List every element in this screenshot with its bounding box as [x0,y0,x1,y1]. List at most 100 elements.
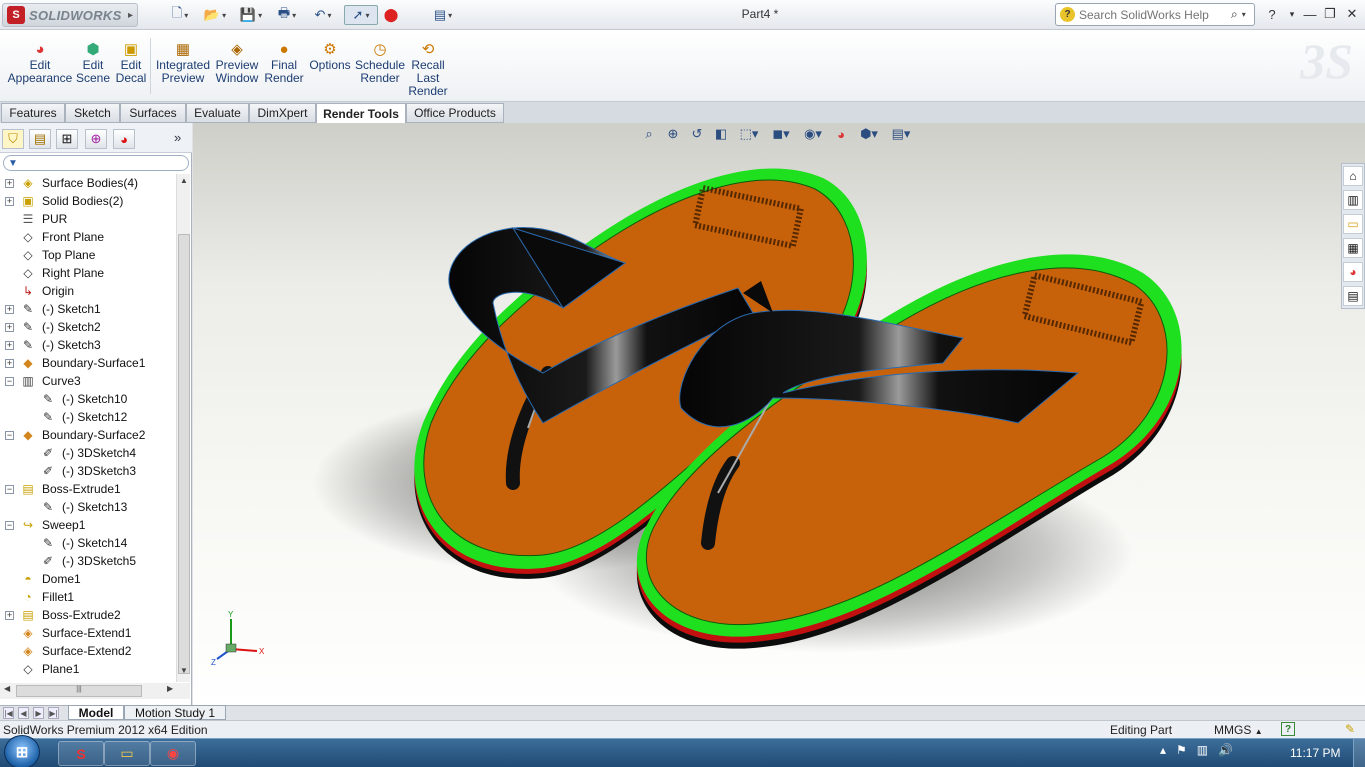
display-manager-tab[interactable]: ◕ [113,129,135,149]
first-tab-icon[interactable]: |◀ [3,707,14,719]
custom-properties-icon[interactable]: ▤ [1343,286,1363,306]
scroll-thumb[interactable] [178,234,190,674]
configuration-manager-tab[interactable]: ⊞ [56,129,78,149]
start-button[interactable]: ⊞ [4,735,40,767]
edit-decal-button[interactable]: ▣ Edit Decal [114,40,148,85]
view-palette-icon[interactable]: ▦ [1343,238,1363,258]
tab-features[interactable]: Features [1,103,65,123]
property-manager-tab[interactable]: ▤ [29,129,51,149]
taskbar-clock[interactable]: 11:17 PM [1290,746,1340,760]
tab-sketch[interactable]: Sketch [65,103,120,123]
tree-item[interactable]: ◇ Front Plane [0,228,176,246]
tree-item[interactable]: ✐ (-) 3DSketch5 [0,552,176,570]
tree-item[interactable]: − ◆ Boundary-Surface2 [0,426,176,444]
tree-item[interactable]: ☰ PUR [0,210,176,228]
help-button[interactable]: ? [1262,5,1282,23]
restore-button[interactable]: ❐ [1320,5,1340,23]
tab-evaluate[interactable]: Evaluate [186,103,249,123]
tree-item[interactable]: − ▥ Curve3 [0,372,176,390]
tree-item[interactable]: ◈ Surface-Extend2 [0,642,176,660]
edit-scene-button[interactable]: ⬢ Edit Scene [74,40,112,85]
expand-icon[interactable]: + [5,178,14,188]
tree-item[interactable]: ◔ Fillet1 [0,588,176,606]
units-selector[interactable]: MMGS ▲ [1214,723,1263,737]
schedule-render-button[interactable]: ◷ Schedule Render [354,40,406,85]
tab-motion-study[interactable]: Motion Study 1 [124,705,226,720]
expand-icon[interactable]: + [5,340,14,350]
edit-appearance-button[interactable]: ◕ Edit Appearance [8,40,73,85]
volume-icon[interactable]: 🔊 [1218,743,1233,757]
help-dropdown[interactable]: ▾ [1282,5,1302,23]
tray-arrow-icon[interactable]: ▴ [1160,743,1166,757]
tab-office-products[interactable]: Office Products [406,103,504,123]
appearances-icon[interactable]: ◕ [1343,262,1363,282]
tree-item[interactable]: ◇ Right Plane [0,264,176,282]
tree-item[interactable]: + ▣ Solid Bodies(2) [0,192,176,210]
scroll-right-icon[interactable]: ▶ [167,684,173,693]
tree-item[interactable]: + ✎ (-) Sketch3 [0,336,176,354]
integrated-preview-button[interactable]: ▦ Integrated Preview [154,40,212,85]
search-icon[interactable]: ⌕ [1231,7,1238,22]
expand-panel-chevron[interactable]: » [174,130,181,145]
collapse-icon[interactable]: − [5,430,14,440]
scroll-left-icon[interactable]: ◀ [4,684,10,693]
tree-horizontal-scrollbar[interactable]: ◀ ||| ▶ [0,683,190,699]
tab-dimxpert[interactable]: DimXpert [249,103,316,123]
graphics-area[interactable]: ⌕ ⊕ ↺ ◧ ⬚▾ ◼▾ ◉▾ ◕ ⬢▾ ▤▾ ⊟ ⊞ — ❐ ✕ [193,123,1365,705]
recall-last-render-button[interactable]: ⟲ Recall Last Render [406,40,450,98]
minimize-button[interactable]: — [1300,5,1320,23]
tab-model[interactable]: Model [68,705,124,720]
expand-icon[interactable]: + [5,610,14,620]
final-render-button[interactable]: ● Final Render [262,40,306,85]
save-button[interactable]: 💾 [236,5,266,25]
tree-item[interactable]: + ✎ (-) Sketch2 [0,318,176,336]
solidworks-menu-button[interactable]: S SOLIDWORKS ▸ [2,3,138,27]
tree-item[interactable]: + ◆ Boundary-Surface1 [0,354,176,372]
open-button[interactable]: 📂 [200,5,230,25]
tree-item[interactable]: ✎ (-) Sketch13 [0,498,176,516]
expand-icon[interactable]: + [5,304,14,314]
tip-balloon-icon[interactable]: ✎ [1345,722,1355,736]
tree-item[interactable]: ✐ (-) 3DSketch4 [0,444,176,462]
close-button[interactable]: ✕ [1342,5,1362,23]
tab-render-tools[interactable]: Render Tools [316,103,406,124]
scroll-down-icon[interactable]: ▼ [178,666,190,680]
tree-item[interactable]: + ✎ (-) Sketch1 [0,300,176,318]
scroll-thumb[interactable]: ||| [16,685,142,697]
network-icon[interactable]: ▥ [1197,743,1208,757]
tree-item[interactable]: ✎ (-) Sketch14 [0,534,176,552]
show-desktop-button[interactable] [1353,739,1365,767]
select-button[interactable]: ➚ [344,5,378,25]
tree-item[interactable]: ◈ Surface-Extend1 [0,624,176,642]
taskbar-explorer[interactable]: ▭ [104,741,150,766]
tree-vertical-scrollbar[interactable]: ▲ ▼ [176,174,190,682]
tree-item[interactable]: + ◈ Surface Bodies(4) [0,174,176,192]
tree-item[interactable]: ✎ (-) Sketch12 [0,408,176,426]
new-document-button[interactable]: 🗋 [166,5,194,25]
help-search-box[interactable]: ? ⌕ ▾ [1055,3,1255,26]
print-button[interactable]: 🖶 [272,5,302,25]
expand-icon[interactable]: + [5,322,14,332]
chevron-down-icon[interactable]: ▾ [1242,10,1246,19]
file-explorer-icon[interactable]: ▭ [1343,214,1363,234]
action-center-flag-icon[interactable]: ⚑ [1176,743,1187,757]
collapse-icon[interactable]: − [5,520,14,530]
expand-icon[interactable]: + [5,196,14,206]
taskbar-solidworks[interactable]: S [58,741,104,766]
last-tab-icon[interactable]: ▶| [48,707,59,719]
rebuild-button[interactable]: ⬤ [382,5,400,25]
feature-manager-tab[interactable]: ⛉ [2,129,24,149]
tree-item[interactable]: + ▤ Boss-Extrude2 [0,606,176,624]
tree-filter-box[interactable]: ▼ [3,155,189,171]
expand-icon[interactable]: + [5,358,14,368]
taskbar-chrome[interactable]: ◉ [150,741,196,766]
home-icon[interactable]: ⌂ [1343,166,1363,186]
tree-item[interactable]: ↳ Origin [0,282,176,300]
tree-item[interactable]: ✐ (-) 3DSketch3 [0,462,176,480]
undo-button[interactable]: ↶ [308,5,338,25]
preview-window-button[interactable]: ◈ Preview Window [214,40,260,85]
tree-item[interactable]: − ▤ Boss-Extrude1 [0,480,176,498]
design-library-icon[interactable]: ▥ [1343,190,1363,210]
collapse-icon[interactable]: − [5,484,14,494]
options-button[interactable]: ⚙ Options [308,40,352,72]
